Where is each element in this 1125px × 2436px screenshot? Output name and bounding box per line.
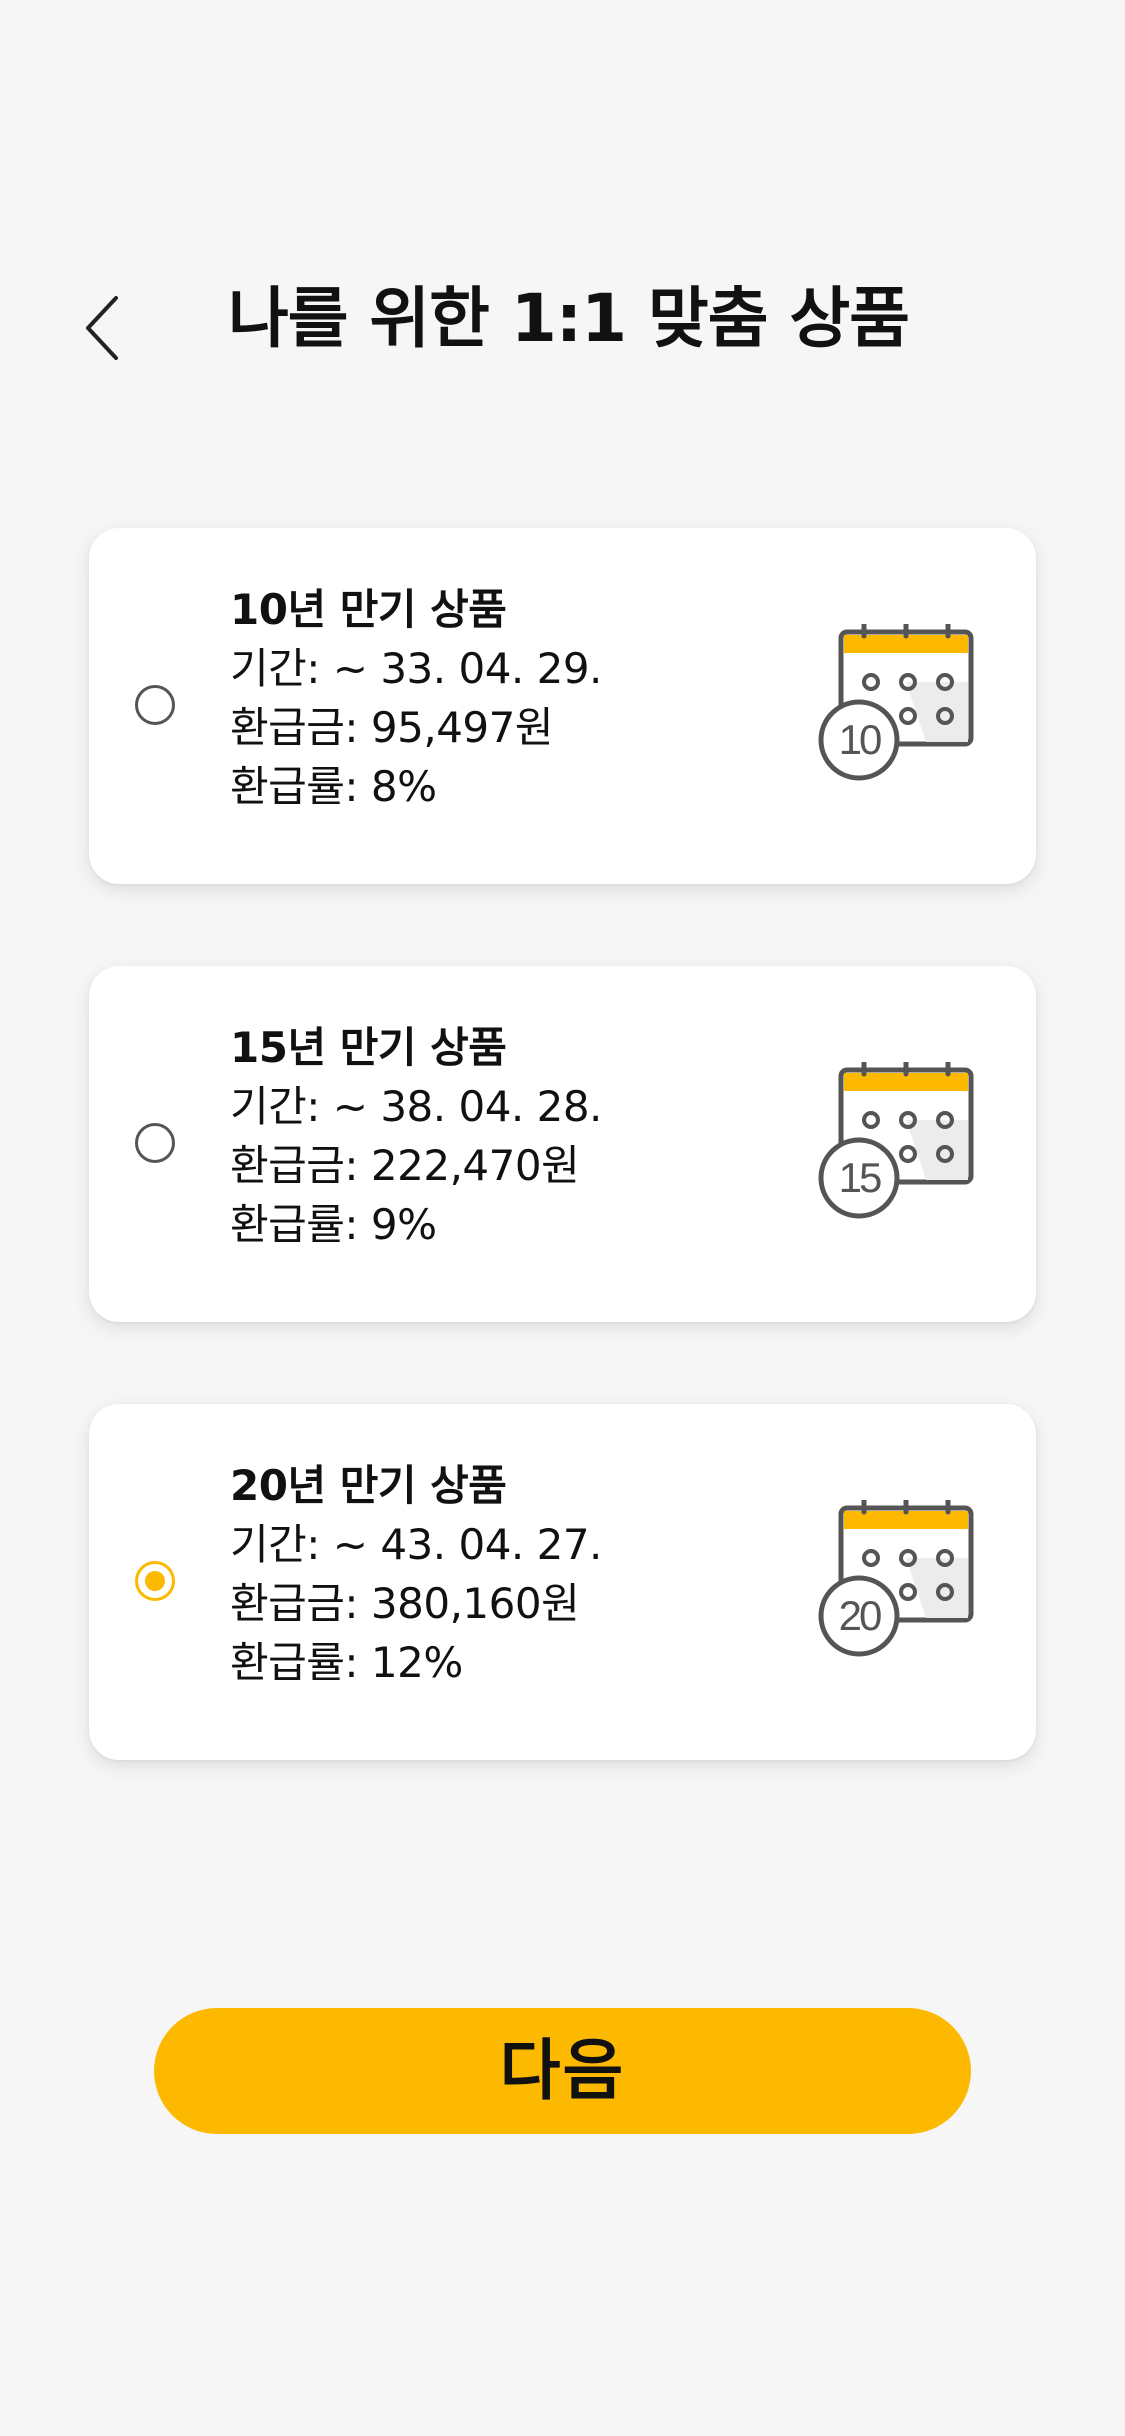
calendar-badge-number: 20	[839, 1592, 881, 1639]
calendar-badge-number: 10	[839, 716, 881, 763]
calendar-icon: 15	[816, 1062, 976, 1222]
calendar-icon: 10	[816, 624, 976, 784]
product-title: 20년 만기 상품	[230, 1461, 507, 1510]
product-radio-10-year[interactable]	[135, 685, 175, 725]
calendar-icon: 20	[816, 1500, 976, 1660]
product-details: 15년 만기 상품 기간: ~ 38. 04. 28. 환급금: 222,470…	[230, 1018, 790, 1254]
product-period: 기간: ~ 38. 04. 28.	[230, 1082, 602, 1131]
product-details: 20년 만기 상품 기간: ~ 43. 04. 27. 환급금: 380,160…	[230, 1456, 790, 1692]
product-radio-15-year[interactable]	[135, 1123, 175, 1163]
page-title: 나를 위한 1:1 맞춤 상품	[228, 280, 910, 357]
product-card-15-year[interactable]: 15년 만기 상품 기간: ~ 38. 04. 28. 환급금: 222,470…	[89, 966, 1036, 1322]
next-button[interactable]: 다음	[154, 2008, 971, 2134]
product-period: 기간: ~ 33. 04. 29.	[230, 644, 602, 693]
chevron-left-icon	[86, 296, 118, 360]
product-details: 10년 만기 상품 기간: ~ 33. 04. 29. 환급금: 95,497원…	[230, 580, 790, 816]
product-card-20-year[interactable]: 20년 만기 상품 기간: ~ 43. 04. 27. 환급금: 380,160…	[89, 1404, 1036, 1760]
product-title: 15년 만기 상품	[230, 1023, 507, 1072]
product-refund-rate: 환급률: 9%	[230, 1200, 437, 1249]
header: 나를 위한 1:1 맞춤 상품	[0, 250, 1125, 390]
product-card-10-year[interactable]: 10년 만기 상품 기간: ~ 33. 04. 29. 환급금: 95,497원…	[89, 528, 1036, 884]
calendar-badge-number: 15	[839, 1154, 881, 1201]
radio-dot	[145, 1571, 165, 1591]
product-refund-rate: 환급률: 12%	[230, 1638, 463, 1687]
product-refund-rate: 환급률: 8%	[230, 762, 437, 811]
product-radio-20-year[interactable]	[135, 1561, 175, 1601]
product-refund-amount: 환급금: 222,470원	[230, 1141, 580, 1190]
back-button[interactable]	[70, 280, 140, 370]
product-period: 기간: ~ 43. 04. 27.	[230, 1520, 602, 1569]
product-refund-amount: 환급금: 95,497원	[230, 703, 554, 752]
product-refund-amount: 환급금: 380,160원	[230, 1579, 580, 1628]
product-title: 10년 만기 상품	[230, 585, 507, 634]
